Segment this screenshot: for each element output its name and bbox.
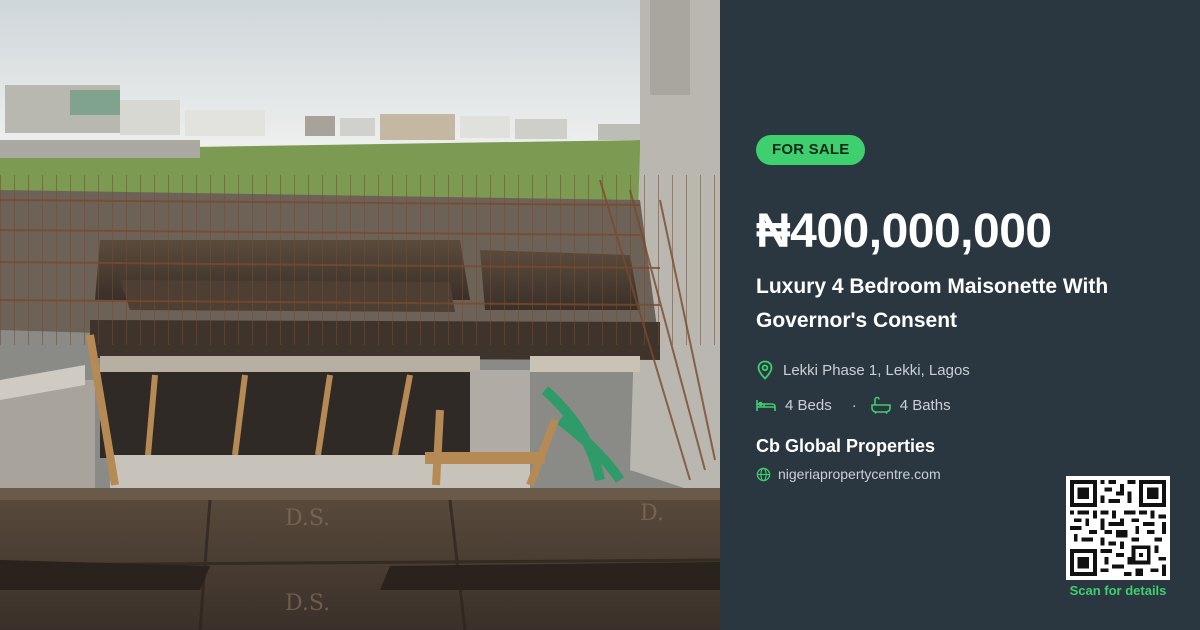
website-text: nigeriapropertycentre.com xyxy=(778,466,941,482)
listing-price: ₦400,000,000 xyxy=(756,205,1052,258)
svg-text:D.S.: D.S. xyxy=(285,506,330,531)
listing-panel: FOR SALE ₦400,000,000 Luxury 4 Bedroom M… xyxy=(720,0,1200,630)
agent-name[interactable]: Cb Global Properties xyxy=(756,436,935,457)
bathtub-icon xyxy=(870,396,891,414)
website-link[interactable]: nigeriapropertycentre.com xyxy=(756,466,941,482)
property-photo: D.S. D.S. D. xyxy=(0,0,720,630)
location-text: Lekki Phase 1, Lekki, Lagos xyxy=(783,361,970,379)
globe-icon xyxy=(756,467,771,482)
bed-icon xyxy=(756,398,776,412)
qr-caption: Scan for details xyxy=(1069,583,1167,598)
map-pin-icon xyxy=(756,360,774,380)
listing-location: Lekki Phase 1, Lekki, Lagos xyxy=(756,360,970,380)
status-badge: FOR SALE xyxy=(756,135,866,165)
listing-title: Luxury 4 Bedroom Maisonette With Governo… xyxy=(756,275,1109,332)
listing-features: 4 Beds · 4 Baths xyxy=(756,396,951,414)
baths-text: 4 Baths xyxy=(899,396,951,414)
qr-code-graphic xyxy=(1070,480,1166,576)
svg-text:D.S.: D.S. xyxy=(285,591,330,616)
features-separator: · xyxy=(851,396,857,414)
svg-text:D.: D. xyxy=(640,501,664,526)
qr-code[interactable] xyxy=(1066,476,1170,580)
construction-site-image: D.S. D.S. D. xyxy=(0,0,720,630)
beds-text: 4 Beds xyxy=(785,396,832,414)
